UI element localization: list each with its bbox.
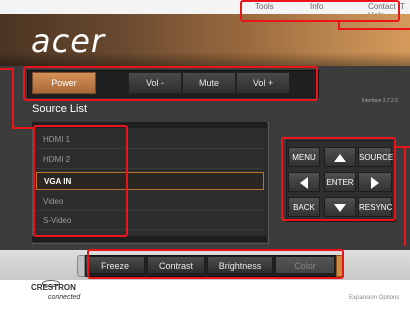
source-list-bottom-bar bbox=[32, 236, 267, 242]
expansion-options-link[interactable]: Expansion Options bbox=[349, 295, 399, 301]
arrow-down-icon bbox=[334, 203, 346, 212]
contrast-button[interactable]: Contrast bbox=[147, 256, 205, 274]
source-list-title: Source List bbox=[32, 103, 88, 115]
up-button[interactable] bbox=[324, 147, 356, 167]
arrow-right-icon bbox=[371, 176, 379, 189]
resync-button[interactable]: RESYNC bbox=[358, 197, 392, 217]
down-button[interactable] bbox=[324, 197, 356, 217]
enter-button[interactable]: ENTER bbox=[324, 172, 356, 192]
info-link[interactable]: Info bbox=[310, 2, 323, 11]
volume-up-button[interactable]: Vol + bbox=[236, 72, 290, 94]
color-button[interactable]: Color bbox=[275, 256, 335, 274]
source-button[interactable]: SOURCE bbox=[358, 147, 393, 167]
source-list-top-bar bbox=[32, 122, 267, 128]
arrow-left-icon bbox=[300, 176, 308, 189]
tools-link[interactable]: Tools bbox=[255, 2, 274, 11]
source-item-vga-in[interactable]: VGA IN bbox=[36, 172, 264, 190]
version-label: Interface 2.7.2.5 bbox=[361, 98, 398, 104]
mute-button[interactable]: Mute bbox=[182, 72, 236, 94]
acer-logo: acer bbox=[31, 22, 106, 60]
top-bar bbox=[0, 0, 410, 15]
arrow-up-icon bbox=[334, 153, 346, 162]
source-item-video[interactable]: Video bbox=[36, 193, 264, 211]
source-item-hdmi-2[interactable]: HDMI 2 bbox=[36, 151, 264, 169]
scroll-right-handle[interactable] bbox=[336, 255, 344, 277]
crestron-logo: CRESTRON bbox=[31, 283, 76, 292]
left-button[interactable] bbox=[288, 172, 320, 192]
power-button[interactable]: Power bbox=[32, 72, 96, 94]
crestron-connected-text: connected bbox=[48, 294, 81, 301]
scroll-left-handle[interactable] bbox=[77, 255, 85, 277]
freeze-button[interactable]: Freeze bbox=[85, 256, 145, 274]
menu-button[interactable]: MENU bbox=[288, 147, 320, 167]
back-button[interactable]: BACK bbox=[288, 197, 320, 217]
header-banner: acer bbox=[0, 14, 410, 66]
brightness-button[interactable]: Brightness bbox=[207, 256, 273, 274]
right-button[interactable] bbox=[358, 172, 392, 192]
source-item-hdmi-1[interactable]: HDMI 1 bbox=[36, 131, 264, 149]
volume-down-button[interactable]: Vol - bbox=[128, 72, 182, 94]
source-item-s-video[interactable]: S-Video bbox=[36, 212, 264, 230]
